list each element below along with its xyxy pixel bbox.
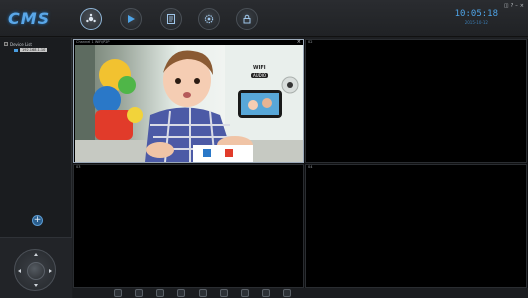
ptz-up-icon[interactable]	[34, 253, 38, 256]
video-grid: Channel 1 WiFi/P2P × WIFI AUDIO 02 03 04	[73, 39, 528, 288]
device-tree: Device List 192.168.1.10	[4, 41, 48, 53]
nav-lock-button[interactable]	[236, 8, 258, 30]
ptz-left-icon[interactable]	[18, 269, 21, 273]
bottom-toolbar	[73, 288, 528, 298]
ptz-right-icon[interactable]	[49, 269, 52, 273]
video-cell-4[interactable]: 04	[305, 164, 527, 288]
video-cell-header: 02	[308, 40, 313, 44]
help-icon[interactable]: ?	[511, 3, 514, 9]
restore-icon[interactable]: ◫	[504, 3, 509, 9]
split-1-icon[interactable]	[199, 289, 207, 297]
play-icon	[128, 15, 135, 23]
video-cell-header: 03	[76, 165, 81, 169]
split-4-icon[interactable]	[220, 289, 228, 297]
video-cell-3[interactable]: 03	[73, 164, 304, 288]
fullscreen-icon[interactable]	[262, 289, 270, 297]
video-cell-header: Channel 1 WiFi/P2P	[76, 40, 110, 44]
live-video-feed: WIFI AUDIO	[75, 45, 303, 162]
ptz-down-icon[interactable]	[34, 284, 38, 287]
top-bar: CMS 10:05:18 2015-10-12 ◫ ? – ×	[0, 0, 528, 37]
record-icon[interactable]	[135, 289, 143, 297]
nav-monitor-button[interactable]	[80, 8, 102, 30]
tree-root-label: Device List	[10, 41, 32, 47]
cms-app: CMS 10:05:18 2015-10-12 ◫ ? – × Device L…	[0, 0, 528, 298]
clock: 10:05:18 2015-10-12	[455, 9, 498, 25]
feed-label-wifi: WIFI	[253, 65, 266, 71]
audio-icon[interactable]	[177, 289, 185, 297]
clock-time: 10:05:18	[454, 9, 498, 19]
feed-label-audio: AUDIO	[251, 73, 269, 78]
ptz-panel	[0, 237, 72, 298]
refresh-icon[interactable]	[156, 289, 164, 297]
tree-device-item[interactable]: 192.168.1.10	[14, 47, 48, 53]
log-document-icon	[167, 14, 175, 24]
nav-log-button[interactable]	[160, 8, 182, 30]
window-controls: ◫ ? – ×	[504, 3, 524, 9]
camera-monitor-icon	[86, 13, 96, 23]
minimize-icon[interactable]: –	[515, 3, 518, 9]
lock-icon	[243, 14, 251, 24]
add-device-button[interactable]: +	[32, 215, 43, 226]
video-cell-header: 04	[308, 165, 313, 169]
expand-icon[interactable]	[4, 42, 8, 46]
camera-device-icon	[14, 48, 18, 52]
video-cell-1[interactable]: Channel 1 WiFi/P2P × WIFI AUDIO	[73, 39, 304, 163]
app-logo: CMS	[8, 9, 51, 28]
device-panel: Device List 192.168.1.10 +	[0, 38, 72, 298]
settings-gear-icon	[204, 14, 214, 24]
clock-date: 2015-10-12	[464, 20, 488, 25]
video-cell-2[interactable]: 02	[305, 39, 527, 163]
close-icon[interactable]: ×	[520, 3, 524, 9]
stop-all-icon[interactable]	[283, 289, 291, 297]
video-frame-image	[75, 45, 303, 162]
ptz-control	[14, 249, 56, 291]
tree-device-label: 192.168.1.10	[20, 48, 48, 52]
ptz-center-button[interactable]	[27, 262, 45, 280]
split-9-icon[interactable]	[241, 289, 249, 297]
nav-settings-button[interactable]	[198, 8, 220, 30]
nav-playback-button[interactable]	[120, 8, 142, 30]
snapshot-icon[interactable]	[114, 289, 122, 297]
